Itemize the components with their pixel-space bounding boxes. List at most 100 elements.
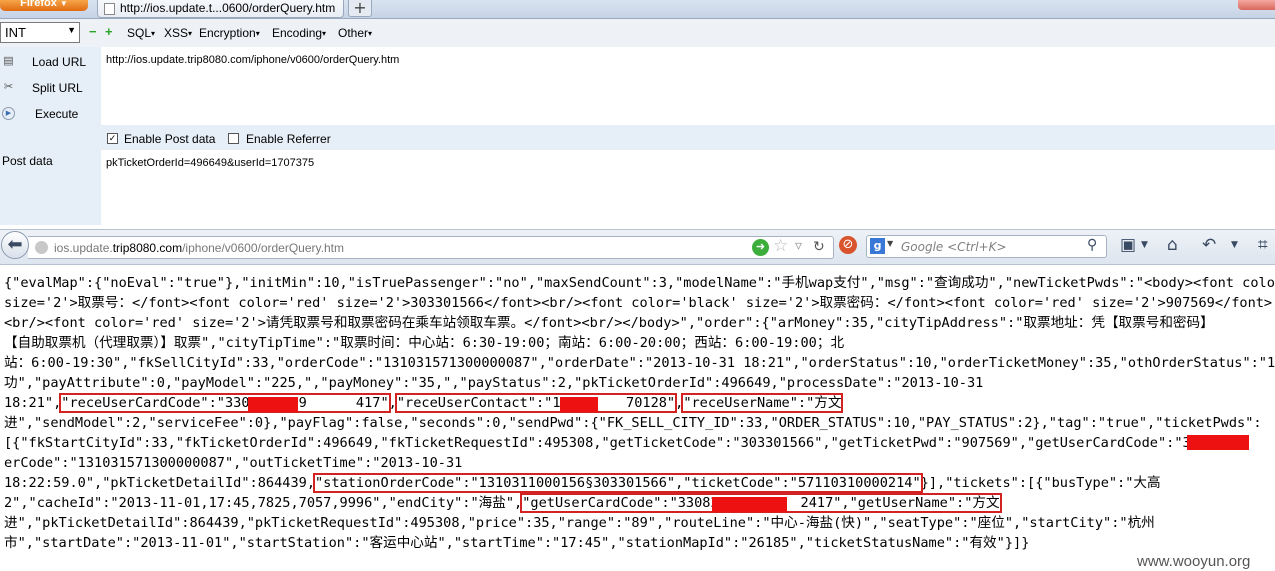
url-value: http://ios.update.trip8080.com/iphone/v0… bbox=[106, 54, 400, 66]
split-url-label: Split URL bbox=[32, 81, 83, 95]
menu-xss[interactable]: XSS▾ bbox=[164, 26, 192, 40]
menu-other[interactable]: Other▾ bbox=[338, 26, 372, 40]
watermark: www.wooyun.org bbox=[1137, 553, 1251, 570]
url-domain: trip8080.com bbox=[112, 241, 183, 255]
response-line: 功","payAttribute":0,"payModel":"225,","p… bbox=[4, 375, 984, 391]
response-text: , bbox=[388, 395, 397, 411]
response-line: 18:21","receUserCardCode":"3308221969 41… bbox=[4, 393, 844, 413]
address-bar-text: ios.update.trip8080.com/iphone/v0600/ord… bbox=[54, 241, 344, 255]
reload-icon[interactable]: ↻ bbox=[813, 238, 825, 255]
redaction-box bbox=[1187, 435, 1249, 450]
response-line: erCode":"131031571300000087","outTicketT… bbox=[4, 455, 463, 471]
dropdown-arrow-icon[interactable]: ▿ bbox=[795, 237, 802, 254]
response-line: 2","cacheId":"2013-11-01,17:45,7825,7057… bbox=[4, 493, 1002, 513]
chevron-down-icon[interactable]: ▼ bbox=[1231, 240, 1238, 250]
chevron-down-icon: ▼ bbox=[59, 0, 68, 8]
response-line: 站：6:00-19:30","fkSellCityId":33,"orderCo… bbox=[4, 355, 1275, 371]
url-textarea[interactable]: http://ios.update.trip8080.com/iphone/v0… bbox=[101, 47, 1275, 125]
url-prefix: ios.update. bbox=[54, 241, 113, 255]
browser-tab[interactable]: http://ios.update.t...0600/orderQuery.ht… bbox=[97, 0, 344, 18]
search-bar[interactable]: g ▼ Google <Ctrl+K> ⚲ bbox=[866, 235, 1107, 258]
hackbar-toolbar: INT ▼ − + SQL▾ XSS▾ Encryption▾ Encoding… bbox=[0, 19, 1275, 48]
menu-other-label: Other bbox=[338, 26, 369, 40]
menu-encoding-label: Encoding bbox=[272, 26, 323, 40]
response-text: "receUserContact":"13 70128" bbox=[396, 395, 676, 411]
highlight-station-order-code: "stationOrderCode":"1310311000156§303301… bbox=[313, 473, 923, 493]
minus-icon[interactable]: − bbox=[89, 25, 97, 38]
plus-icon[interactable]: + bbox=[105, 25, 113, 38]
redaction-box bbox=[559, 397, 598, 412]
menu-encoding[interactable]: Encoding▾ bbox=[272, 26, 326, 40]
new-tab-button[interactable]: + bbox=[348, 0, 372, 17]
response-text: "receUserName":"方文 bbox=[683, 395, 842, 411]
chevron-down-icon[interactable]: ▼ bbox=[1141, 240, 1148, 250]
enable-post-checkbox[interactable]: ✓ bbox=[107, 133, 118, 144]
window-close-button[interactable] bbox=[1238, 0, 1275, 10]
menu-sql-label: SQL bbox=[127, 26, 152, 40]
response-text: 2","cacheId":"2013-11-01,17:45,7825,7057… bbox=[4, 495, 523, 511]
menu-sql[interactable]: SQL▾ bbox=[127, 26, 155, 40]
highlight-rece-user-name: "receUserName":"方文 bbox=[681, 393, 844, 413]
load-url-button[interactable]: ▤ Load URL bbox=[0, 53, 100, 73]
crop-icon[interactable]: ⌗ bbox=[1258, 235, 1268, 255]
dropdown-arrow-icon: ▾ bbox=[151, 29, 156, 38]
load-icon: ▤ bbox=[3, 55, 14, 67]
go-arrow-icon[interactable]: ➜ bbox=[752, 239, 769, 256]
encoding-select[interactable]: INT ▼ bbox=[0, 22, 80, 43]
highlight-rece-user-contact: "receUserContact":"13 70128" bbox=[394, 393, 678, 413]
response-line: 市","startDate":"2013-11-01","startStatio… bbox=[4, 535, 1030, 551]
google-icon[interactable]: g bbox=[870, 238, 885, 254]
dropdown-arrow-icon: ▾ bbox=[255, 29, 260, 38]
response-line: size='2'>取票号：</font><font color='red' si… bbox=[4, 295, 1273, 311]
home-icon[interactable]: ⌂ bbox=[1167, 235, 1178, 255]
menu-encryption-label: Encryption bbox=[199, 26, 256, 40]
response-line: [{"fkStartCityId":33,"fkTicketOrderId":4… bbox=[4, 433, 1275, 453]
highlight-rece-user-card-code: "receUserCardCode":"3308221969 417" bbox=[59, 393, 391, 413]
response-text: 18:22:59.0","pkTicketDetailId":864439, bbox=[4, 475, 315, 491]
addon-block-icon[interactable]: ⊘ bbox=[839, 236, 857, 254]
enable-referrer-label: Enable Referrer bbox=[246, 132, 331, 146]
split-url-button[interactable]: ✂ Split URL bbox=[0, 79, 100, 99]
post-data-textarea[interactable]: pkTicketOrderId=496649&userId=1707375 bbox=[101, 150, 1275, 225]
back-button[interactable]: ⬅ bbox=[1, 231, 29, 259]
response-text: }],"tickets":[{"busType":"大高 bbox=[920, 475, 1161, 491]
site-identity-icon[interactable] bbox=[35, 241, 48, 254]
bookmarks-menu-icon[interactable]: ▣ bbox=[1120, 235, 1136, 255]
dropdown-arrow-icon: ▾ bbox=[322, 29, 327, 38]
address-bar[interactable]: ios.update.trip8080.com/iphone/v0600/ord… bbox=[28, 236, 834, 259]
menu-xss-label: XSS bbox=[164, 26, 189, 40]
bookmark-star-icon[interactable]: ☆ bbox=[773, 236, 788, 256]
undo-icon[interactable]: ↶ bbox=[1202, 235, 1216, 255]
chevron-down-icon: ▼ bbox=[67, 25, 76, 35]
menu-encryption[interactable]: Encryption▾ bbox=[199, 26, 260, 40]
response-line: <br/><font color='red' size='2'>请凭取票号和取票… bbox=[4, 315, 1214, 331]
execute-button[interactable]: ▶ Execute bbox=[0, 105, 100, 125]
search-icon[interactable]: ⚲ bbox=[1087, 237, 1097, 253]
tab-title: http://ios.update.t...0600/orderQuery.ht… bbox=[120, 1, 336, 15]
execute-label: Execute bbox=[35, 107, 79, 121]
response-text: "receUserCardCode":"3308221969 417" bbox=[61, 395, 389, 411]
dropdown-arrow-icon: ▾ bbox=[188, 29, 193, 38]
response-text: 18:21", bbox=[4, 395, 62, 411]
enable-referrer-checkbox[interactable] bbox=[228, 133, 239, 144]
dropdown-arrow-icon: ▾ bbox=[368, 29, 373, 38]
enable-post-label: Enable Post data bbox=[124, 132, 216, 146]
response-text: "stationOrderCode":"1310311000156§303301… bbox=[315, 475, 921, 491]
url-path: /iphone/v0600/orderQuery.htm bbox=[182, 241, 344, 255]
response-line: 进","sendModel":2,"serviceFee":0},"payFla… bbox=[4, 415, 1262, 431]
response-line: 18:22:59.0","pkTicketDetailId":864439,"s… bbox=[4, 473, 1161, 493]
response-line: 进","pkTicketDetailId":864439,"pkTicketRe… bbox=[4, 515, 1155, 531]
redaction-box bbox=[712, 497, 788, 512]
chevron-down-icon[interactable]: ▼ bbox=[887, 239, 893, 248]
post-data-label: Post data bbox=[2, 154, 53, 168]
play-icon: ▶ bbox=[2, 107, 15, 120]
redaction-box bbox=[248, 397, 299, 412]
response-text: [{"fkStartCityId":33,"fkTicketOrderId":4… bbox=[4, 435, 1275, 451]
response-line: {"evalMap":{"noEval":"true"},"initMin":1… bbox=[4, 275, 1275, 291]
firefox-menu-button[interactable]: Firefox ▼ bbox=[0, 0, 88, 11]
firefox-menu-label: Firefox bbox=[20, 0, 57, 9]
load-url-label: Load URL bbox=[32, 55, 87, 69]
response-line: 【自助取票机（代理取票）】取票","cityTipTime":"取票时间：中心站… bbox=[4, 335, 845, 351]
post-data-value: pkTicketOrderId=496649&userId=1707375 bbox=[106, 157, 315, 169]
highlight-get-user-card-code: "getUserCardCode":"330822 2417","getUser… bbox=[520, 493, 1002, 513]
